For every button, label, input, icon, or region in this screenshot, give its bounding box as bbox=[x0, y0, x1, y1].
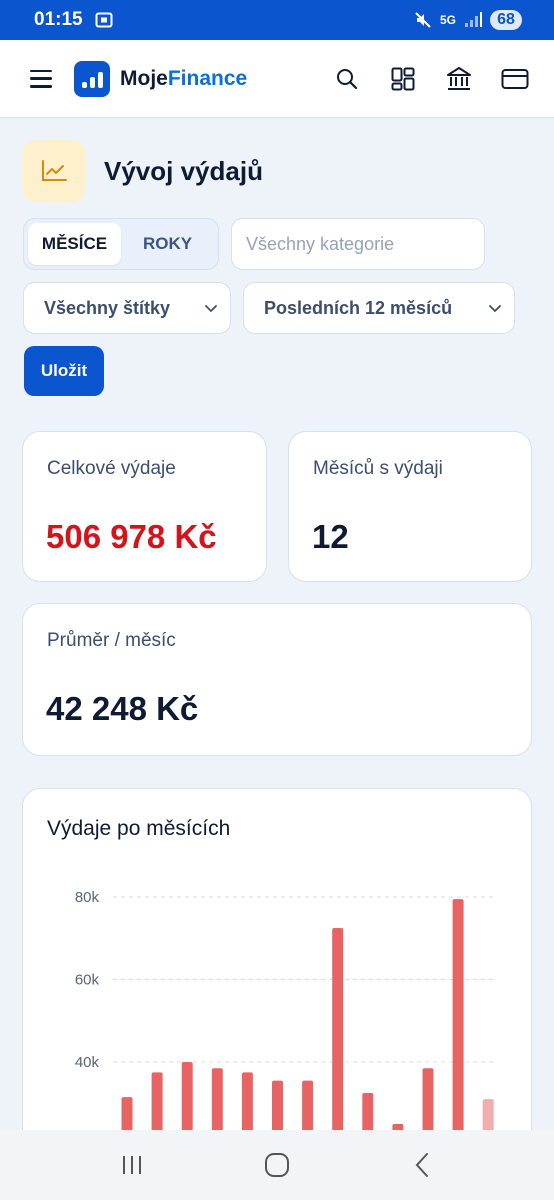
chevron-down-icon bbox=[488, 298, 502, 319]
brand-part2: Finance bbox=[167, 66, 248, 90]
search-icon[interactable] bbox=[332, 64, 362, 94]
network-label: 5G bbox=[439, 13, 456, 27]
segment-years[interactable]: ROKY bbox=[121, 223, 214, 265]
brand-part1: Moje bbox=[120, 66, 168, 90]
chevron-down-icon bbox=[204, 298, 218, 319]
tags-select[interactable]: Všechny štítky bbox=[23, 282, 231, 334]
total-expenses-card: Celkové výdaje 506 978 Kč bbox=[22, 431, 267, 582]
average-per-month-value: 42 248 Kč bbox=[46, 690, 199, 727]
back-icon[interactable] bbox=[402, 1145, 442, 1185]
signal-icon bbox=[464, 12, 482, 28]
logo-icon[interactable] bbox=[74, 60, 110, 97]
mute-icon bbox=[414, 11, 432, 29]
card-icon[interactable] bbox=[500, 64, 530, 94]
bank-icon[interactable] bbox=[444, 64, 474, 94]
y-tick-label: 40k bbox=[75, 1054, 100, 1071]
tags-select-value: Všechny štítky bbox=[44, 297, 171, 318]
months-with-expenses-card: Měsíců s výdaji 12 bbox=[288, 431, 532, 582]
y-tick-label: 80k bbox=[75, 889, 100, 906]
segment-months[interactable]: MĚSÍCE bbox=[28, 223, 121, 265]
months-with-expenses-value: 12 bbox=[312, 518, 349, 555]
status-time: 01:15 bbox=[34, 9, 83, 30]
home-icon[interactable] bbox=[257, 1145, 297, 1185]
y-tick-label: 60k bbox=[75, 972, 100, 989]
average-per-month-card: Průměr / měsíc 42 248 Kč bbox=[22, 603, 532, 756]
category-input[interactable] bbox=[231, 218, 485, 270]
total-expenses-value: 506 978 Kč bbox=[46, 518, 217, 555]
menu-icon[interactable] bbox=[30, 69, 52, 88]
average-per-month-label: Průměr / měsíc bbox=[47, 630, 176, 651]
page-heading: Vývoj výdajů bbox=[22, 140, 263, 202]
page-title: Vývoj výdajů bbox=[104, 155, 263, 186]
save-button[interactable]: Uložit bbox=[24, 346, 104, 396]
system-nav-bar bbox=[0, 1130, 554, 1200]
dashboard-icon[interactable] bbox=[388, 64, 418, 94]
status-bar: 01:15 5G 68 bbox=[0, 0, 554, 40]
recent-apps-icon[interactable] bbox=[112, 1145, 152, 1185]
range-select-value: Posledních 12 měsíců bbox=[264, 297, 453, 318]
screen-record-icon bbox=[95, 12, 113, 28]
range-select[interactable]: Posledních 12 měsíců bbox=[243, 282, 515, 334]
battery-indicator: 68 bbox=[490, 10, 522, 30]
app-header: MojeFinance bbox=[0, 40, 554, 118]
period-toggle: MĚSÍCE ROKY bbox=[23, 218, 219, 270]
total-expenses-label: Celkové výdaje bbox=[47, 458, 176, 479]
line-chart-icon bbox=[22, 140, 86, 202]
months-with-expenses-label: Měsíců s výdaji bbox=[313, 458, 443, 479]
brand-name[interactable]: MojeFinance bbox=[120, 67, 247, 91]
